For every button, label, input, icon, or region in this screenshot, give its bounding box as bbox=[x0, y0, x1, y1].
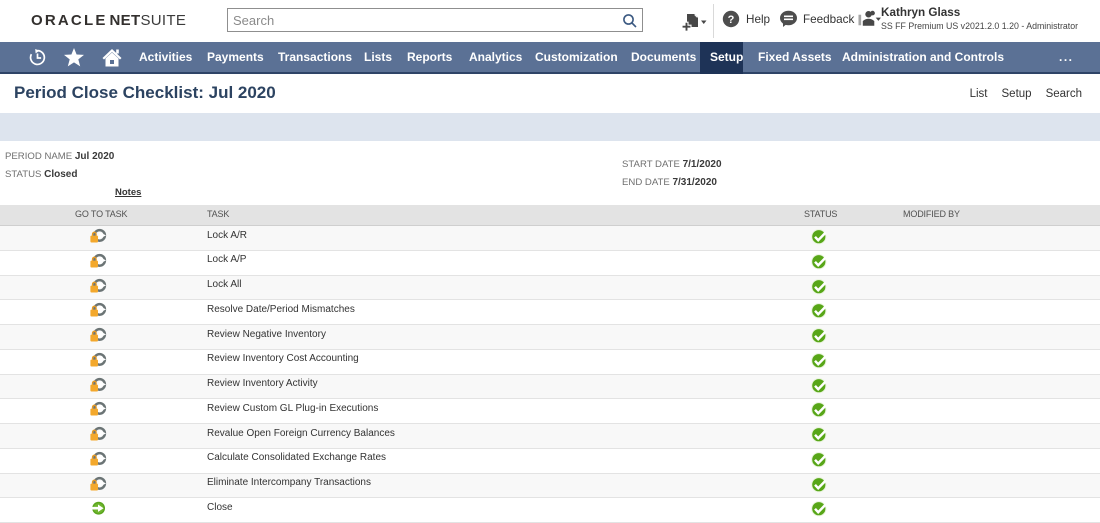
svg-text:?: ? bbox=[728, 14, 735, 26]
